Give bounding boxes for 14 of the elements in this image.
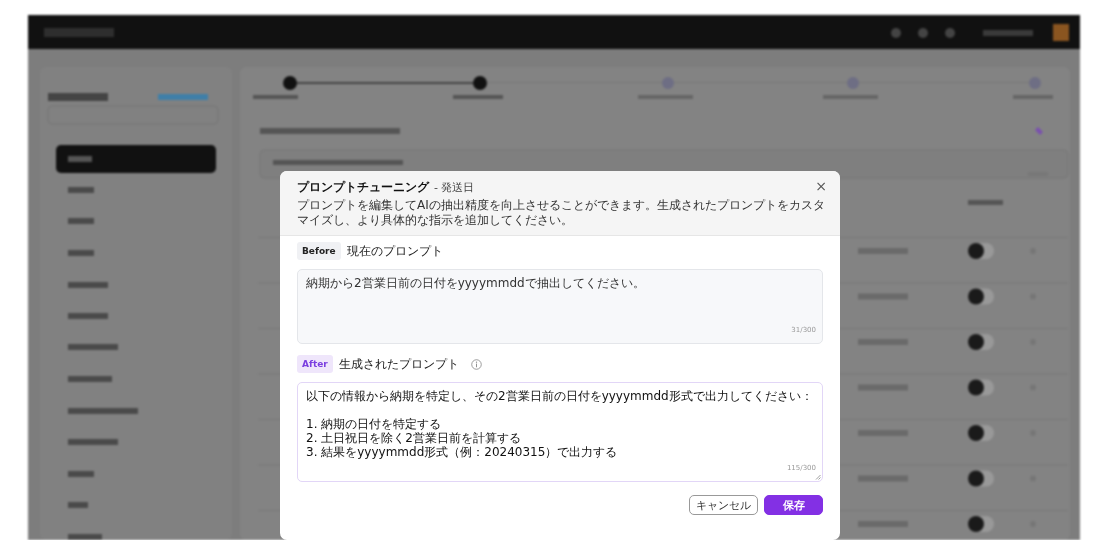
dialog-description: プロンプトを編集してAIの抽出精度を向上させることができます。生成されたプロンプトをカスタマイズし、より具体的な指示を追加してください。 xyxy=(297,198,826,228)
section-label: 現在のプロンプト xyxy=(346,243,443,259)
section-label: 生成されたプロンプト xyxy=(338,356,459,372)
cancel-button[interactable]: キャンセル xyxy=(689,495,758,515)
section-tag: Before xyxy=(297,242,341,260)
close-button[interactable]: × xyxy=(812,178,830,194)
section-tag: After xyxy=(297,355,333,373)
resize-handle-icon[interactable] xyxy=(815,474,821,480)
save-button[interactable]: 保存 xyxy=(764,495,823,515)
info-icon[interactable] xyxy=(470,358,482,370)
prompt-text: 納期から2営業日前の日付をyyyymmddで抽出してください。 xyxy=(306,276,646,290)
prompt-text: 以下の情報から納期を特定し、その2営業日前の日付をyyyymmdd形式で出力してください： 1. 納期の日付を特定する 2. 土日祝日を除く2営業日前を計算する 3. 結果をyyyymmdd形式（例：20240315）で出力する xyxy=(306,389,814,459)
dialog-title: プロンプトチューニング xyxy=(297,180,429,195)
dialog-subtitle: - 発送日 xyxy=(434,180,475,195)
